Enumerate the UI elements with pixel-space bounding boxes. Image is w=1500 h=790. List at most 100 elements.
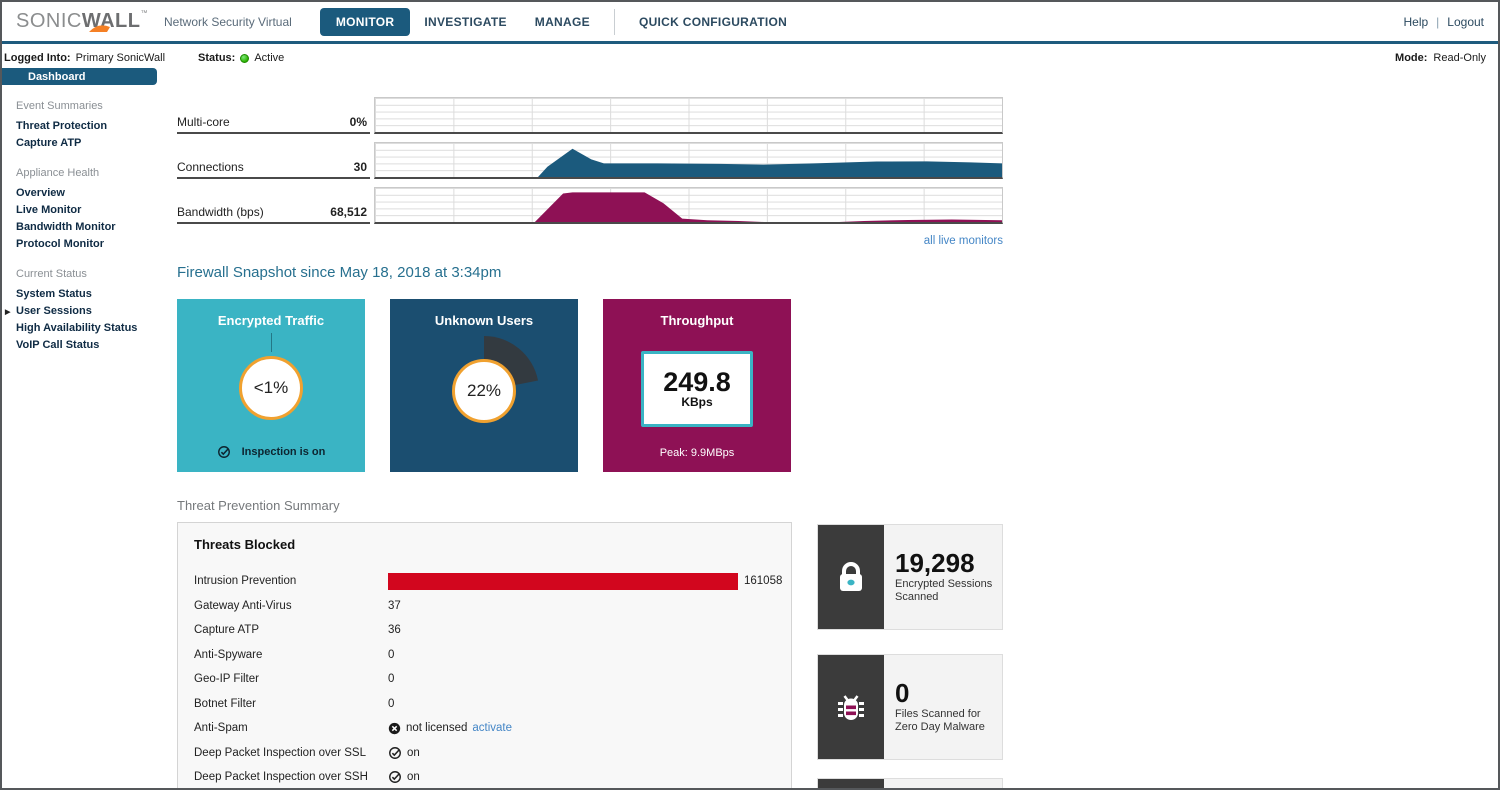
card-title: Unknown Users (390, 313, 578, 328)
intrusion-prevention-bar (388, 573, 738, 590)
sidebar-section-title: Event Summaries (2, 100, 172, 112)
stat-body: 19,298 Encrypted Sessions Scanned (884, 525, 1002, 629)
sidebar-section-title: Appliance Health (2, 167, 172, 179)
status-active-icon (240, 54, 249, 63)
not-licensed-icon (388, 722, 401, 735)
sidebar-item-voip-call-status[interactable]: VoIP Call Status (2, 337, 172, 354)
threat-label: Deep Packet Inspection over SSH (194, 771, 388, 783)
threat-value: 0 (388, 698, 394, 710)
status-bar: Logged Into: Primary SonicWall Status: A… (2, 47, 1498, 69)
threat-row-intrusion-prevention: Intrusion Prevention 161058 (194, 569, 775, 594)
threat-status: not licensed (406, 722, 467, 734)
monitor-row-connections: Connections 30 (177, 142, 1003, 179)
threat-value: 37 (388, 600, 401, 612)
status-label: Status: (198, 52, 235, 64)
help-link[interactable]: Help (1403, 15, 1428, 29)
stat-body: 0 Files Scanned for Zero Day Malware (884, 655, 1002, 759)
mode-value: Read-Only (1433, 52, 1486, 64)
monitor-label-row: Bandwidth (bps) 68,512 (177, 187, 370, 224)
logo-swoosh-icon (88, 24, 118, 33)
tab-manage[interactable]: MANAGE (521, 9, 604, 35)
sidebar-item-user-sessions[interactable]: ▶User Sessions (2, 303, 172, 320)
threat-status: on (407, 771, 420, 783)
threat-row-botnet-filter: Botnet Filter 0 (194, 692, 775, 717)
logged-into-label: Logged Into: (4, 52, 71, 64)
threat-label: Anti-Spam (194, 722, 388, 734)
nav-tabs: MONITOR INVESTIGATE MANAGE QUICK CONFIGU… (320, 8, 801, 36)
logo-text-wall: WALL (82, 10, 141, 32)
check-circle-icon (388, 770, 402, 784)
sidebar-item-overview[interactable]: Overview (2, 185, 172, 202)
sidebar-item-protocol-monitor[interactable]: Protocol Monitor (2, 236, 172, 253)
monitor-row-bandwidth: Bandwidth (bps) 68,512 (177, 187, 1003, 224)
monitor-metric-name: Bandwidth (bps) (177, 205, 264, 219)
sidebar-item-system-status[interactable]: System Status (2, 286, 172, 303)
threat-label: Botnet Filter (194, 698, 388, 710)
card-title: Throughput (603, 313, 791, 328)
activate-link[interactable]: activate (472, 722, 512, 734)
card-throughput: Throughput 249.8 KBps Peak: 9.9MBps (603, 299, 791, 472)
threat-status: on (407, 747, 420, 759)
tab-separator (614, 9, 615, 35)
logout-link[interactable]: Logout (1447, 15, 1484, 29)
tab-monitor[interactable]: MONITOR (320, 8, 411, 36)
stat-card-clipped (817, 778, 1003, 790)
threats-blocked-rows: Intrusion Prevention 161058 Gateway Anti… (194, 569, 775, 790)
inspection-status-text: Inspection is on (242, 446, 326, 458)
sidebar-item-capture-atp[interactable]: Capture ATP (2, 135, 172, 152)
status-bar-left: Logged Into: Primary SonicWall Status: A… (4, 52, 284, 64)
connections-sparkline-chart (374, 142, 1003, 179)
sidebar-item-dashboard[interactable]: Dashboard (2, 68, 157, 85)
stat-body (884, 779, 1002, 790)
logo-trademark: ™ (141, 10, 149, 17)
throughput-value-box: 249.8 KBps (641, 351, 753, 427)
monitor-row-multicore: Multi-core 0% (177, 97, 1003, 134)
threat-label: Capture ATP (194, 624, 388, 636)
monitor-label-row: Connections 30 (177, 142, 370, 179)
threat-label: Deep Packet Inspection over SSL (194, 747, 388, 759)
threats-blocked-title: Threats Blocked (194, 537, 775, 552)
threat-row-anti-spam: Anti-Spam not licensed activate (194, 716, 775, 741)
all-live-monitors-link[interactable]: all live monitors (374, 235, 1003, 247)
threat-row-gateway-anti-virus: Gateway Anti-Virus 37 (194, 594, 775, 619)
status-bar-right: Mode: Read-Only (1395, 52, 1486, 64)
threat-label: Geo-IP Filter (194, 673, 388, 685)
sonicwall-logo: SONICWALL™ (16, 10, 148, 33)
stat-icon-block (818, 525, 884, 629)
stat-value: 19,298 (895, 550, 996, 576)
gauge-needle (271, 333, 272, 352)
monitor-metric-value: 30 (354, 160, 367, 174)
sidebar-item-live-monitor[interactable]: Live Monitor (2, 202, 172, 219)
nav-pipe-divider: | (1436, 15, 1439, 29)
logged-into-value: Primary SonicWall (76, 52, 165, 64)
monitor-metric-value: 68,512 (330, 205, 367, 219)
threat-value: 0 (388, 649, 394, 661)
throughput-peak-text: Peak: 9.9MBps (603, 447, 791, 459)
stat-label: Encrypted Sessions Scanned (895, 578, 996, 604)
expand-caret-icon[interactable]: ▶ (5, 306, 10, 319)
sidebar-item-bandwidth-monitor[interactable]: Bandwidth Monitor (2, 219, 172, 236)
mode-label: Mode: (1395, 52, 1427, 64)
firewall-snapshot-heading: Firewall Snapshot since May 18, 2018 at … (177, 264, 501, 281)
card-footer: Inspection is on (177, 445, 365, 459)
monitor-metric-name: Multi-core (177, 115, 230, 129)
status-value: Active (254, 52, 284, 64)
sidebar-item-high-availability-status[interactable]: High Availability Status (2, 320, 172, 337)
lock-icon (831, 557, 871, 597)
logo-text-sonic: SONIC (16, 10, 82, 32)
threat-label: Gateway Anti-Virus (194, 600, 388, 612)
threat-value: 36 (388, 624, 401, 636)
threat-row-anti-spyware: Anti-Spyware 0 (194, 643, 775, 668)
check-circle-icon (217, 445, 231, 459)
sidebar-item-threat-protection[interactable]: Threat Protection (2, 118, 172, 135)
sidebar-section-current-status: Current Status System Status ▶User Sessi… (2, 268, 172, 354)
tab-quick-configuration[interactable]: QUICK CONFIGURATION (625, 9, 801, 35)
card-unknown-users: Unknown Users 22% (390, 299, 578, 472)
threats-blocked-panel: Threats Blocked Intrusion Prevention 161… (177, 522, 792, 790)
threat-row-capture-atp: Capture ATP 36 (194, 618, 775, 643)
bandwidth-sparkline-chart (374, 187, 1003, 224)
stat-card-encrypted-sessions: 19,298 Encrypted Sessions Scanned (817, 524, 1003, 630)
tab-investigate[interactable]: INVESTIGATE (410, 9, 520, 35)
multicore-sparkline-chart (374, 97, 1003, 134)
sonicwall-dashboard: SONICWALL™ Network Security Virtual MONI… (0, 0, 1500, 790)
